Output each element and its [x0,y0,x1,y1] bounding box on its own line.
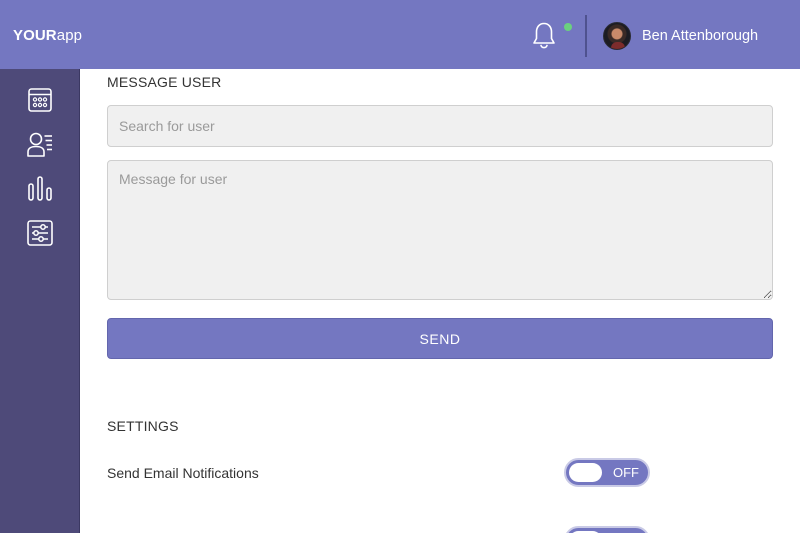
second-setting-toggle[interactable] [564,526,650,533]
calendar-icon[interactable] [26,86,54,114]
notification-status-dot [564,23,572,31]
email-notifications-toggle[interactable]: OFF [564,458,650,487]
user-name: Ben Attenborough [642,28,759,44]
avatar [603,22,631,50]
search-user-input[interactable] [107,105,773,147]
logo-light-text: app [56,27,83,44]
toggle-state-label: OFF [613,465,639,480]
sidebar [0,69,80,533]
header-divider [585,15,587,57]
user-menu[interactable]: Ben Attenborough [603,22,758,50]
message-input[interactable] [107,160,773,300]
app-logo[interactable]: YOURapp [13,27,82,44]
send-button[interactable]: SEND [107,318,773,359]
bar-chart-icon[interactable] [26,174,54,202]
sliders-icon[interactable] [26,219,54,247]
bell-icon[interactable] [529,20,559,50]
settings-title: SETTINGS [107,418,179,434]
message-user-title: MESSAGE USER [107,74,222,90]
setting-label-email-notifications: Send Email Notifications [107,465,259,481]
main-content: MESSAGE USER SEND SETTINGS Send Email No… [80,69,800,533]
user-list-icon[interactable] [26,130,54,158]
toggle-knob [569,463,602,482]
logo-bold-text: YOUR [13,27,57,44]
top-header: YOURapp Ben Attenborough [0,0,800,69]
